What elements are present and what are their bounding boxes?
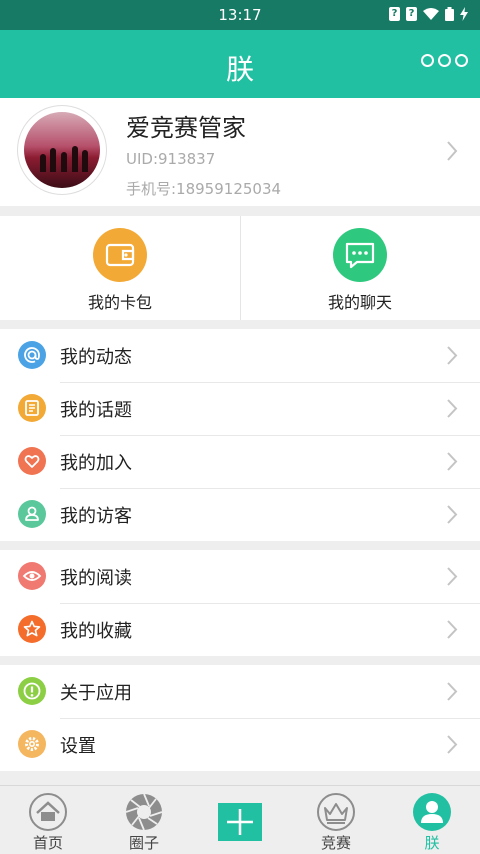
quick-actions: 我的卡包 我的聊天	[0, 216, 480, 320]
dot-icon	[438, 54, 451, 67]
menu-label: 我的阅读	[60, 568, 132, 589]
tab-label: 朕	[424, 834, 440, 852]
chevron-right-icon	[447, 620, 458, 639]
at-icon	[18, 341, 46, 369]
wifi-icon	[423, 8, 439, 20]
chevron-right-icon	[447, 346, 458, 365]
sim-icon: ?	[389, 7, 400, 21]
dot-icon	[455, 54, 468, 67]
menu-group: 我的阅读 我的收藏	[0, 550, 480, 656]
menu-group: 我的动态 我的话题 我的加入 我的访客	[0, 329, 480, 541]
menu-item-joined[interactable]: 我的加入	[0, 435, 480, 488]
chevron-right-icon	[447, 399, 458, 418]
chat-button[interactable]: 我的聊天	[240, 216, 480, 320]
chevron-right-icon	[447, 682, 458, 701]
note-icon	[18, 394, 46, 422]
phone-number: 手机号:18959125034	[126, 180, 282, 198]
menu-item-about[interactable]: 关于应用	[0, 665, 480, 718]
profile-icon	[413, 793, 451, 831]
menu-label: 设置	[60, 736, 96, 757]
bottom-nav: 首页 圈子 竞赛 朕	[0, 785, 480, 854]
user-id: UID:913837	[126, 150, 216, 168]
user-icon	[18, 500, 46, 528]
charging-icon	[460, 7, 468, 21]
username: 爱竞赛管家	[126, 114, 246, 142]
chevron-right-icon	[447, 505, 458, 524]
dot-icon	[421, 54, 434, 67]
menu-group: 关于应用 设置	[0, 665, 480, 771]
chat-label: 我的聊天	[327, 293, 392, 312]
tab-label: 竞赛	[320, 834, 351, 852]
chevron-right-icon	[447, 141, 458, 161]
menu-item-favorites[interactable]: 我的收藏	[0, 603, 480, 656]
menu-label: 关于应用	[60, 683, 132, 704]
star-icon	[18, 615, 46, 643]
tab-circle[interactable]: 圈子	[96, 786, 192, 854]
menu-label: 我的访客	[60, 506, 132, 527]
aperture-icon	[125, 793, 163, 831]
chat-icon	[333, 228, 387, 282]
tab-home[interactable]: 首页	[0, 786, 96, 854]
battery-icon	[445, 7, 454, 21]
wallet-label: 我的卡包	[87, 293, 152, 312]
chevron-right-icon	[447, 567, 458, 586]
menu-item-activity[interactable]: 我的动态	[0, 329, 480, 382]
tab-label: 首页	[32, 834, 63, 852]
more-options-button[interactable]	[421, 54, 468, 67]
status-bar: 13:17 ? ?	[0, 0, 480, 30]
profile-card[interactable]: 爱竞赛管家 UID:913837 手机号:18959125034	[0, 98, 480, 206]
tab-post[interactable]	[192, 786, 288, 854]
wallet-icon	[93, 228, 147, 282]
menu-item-settings[interactable]: 设置	[0, 718, 480, 771]
menu-item-reading[interactable]: 我的阅读	[0, 550, 480, 603]
eye-icon	[18, 562, 46, 590]
menu-item-visitors[interactable]: 我的访客	[0, 488, 480, 541]
crown-icon	[317, 793, 355, 831]
menu-label: 我的收藏	[60, 621, 132, 642]
avatar-image	[24, 112, 100, 188]
page-title: 朕	[225, 53, 254, 86]
menu-label: 我的话题	[60, 400, 132, 421]
info-icon	[18, 677, 46, 705]
heart-icon	[18, 447, 46, 475]
home-icon	[29, 793, 67, 831]
avatar[interactable]	[18, 106, 106, 194]
plus-icon	[218, 803, 262, 841]
menu-label: 我的加入	[60, 453, 132, 474]
menu-item-topics[interactable]: 我的话题	[0, 382, 480, 435]
gear-icon	[18, 730, 46, 758]
app-header: 朕	[0, 30, 480, 98]
sim-icon: ?	[406, 7, 417, 21]
wallet-button[interactable]: 我的卡包	[0, 216, 240, 320]
tab-label: 圈子	[128, 834, 159, 852]
menu-label: 我的动态	[60, 347, 132, 368]
status-icons: ? ?	[389, 7, 468, 21]
chevron-right-icon	[447, 452, 458, 471]
tab-competition[interactable]: 竞赛	[288, 786, 384, 854]
tab-profile[interactable]: 朕	[384, 786, 480, 854]
chevron-right-icon	[447, 735, 458, 754]
